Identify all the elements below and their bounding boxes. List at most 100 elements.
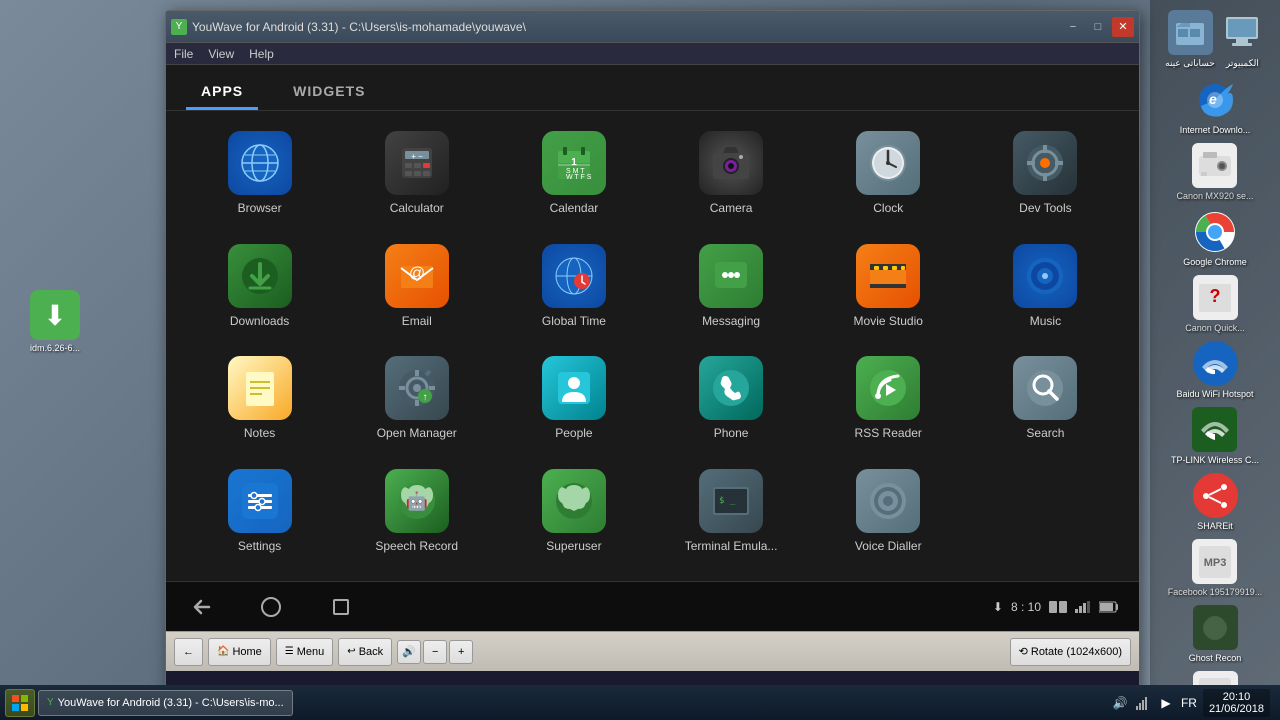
- tab-widgets[interactable]: WIDGETS: [278, 75, 380, 110]
- calculator-icon: + −: [385, 131, 449, 195]
- app-terminal[interactable]: $ _ Terminal Emula...: [658, 464, 805, 567]
- nav-buttons: [186, 592, 356, 622]
- taskbar-network-icon[interactable]: [1134, 694, 1152, 712]
- menu-label: Menu: [297, 646, 325, 658]
- apps-grid: Browser + − Calculator 1S M TW T F S Cal…: [166, 111, 1139, 581]
- sidebar-icon-canon2[interactable]: ? Canon Quick...: [1185, 275, 1245, 333]
- menu-button[interactable]: ☰ Menu: [276, 638, 334, 666]
- google-chrome-label: Google Chrome: [1183, 257, 1247, 267]
- signal-icon: [1075, 601, 1091, 613]
- nav-back-button[interactable]: [186, 592, 216, 622]
- phone-icon: [699, 356, 763, 420]
- camera-label: Camera: [710, 201, 753, 215]
- app-moviestudio[interactable]: Movie Studio: [815, 239, 962, 342]
- sidebar-icon-shareit[interactable]: SHAREit: [1193, 473, 1238, 531]
- sidebar-icon-baidu-wifi[interactable]: Baidu WiFi Hotspot: [1176, 341, 1253, 399]
- canon-icon: [1192, 143, 1237, 188]
- home-button[interactable]: 🏠 Home: [208, 638, 271, 666]
- ghost-recon-icon: [1193, 605, 1238, 650]
- desktop: ⬇ idm.6.26-6... Y YouWave for Android (3…: [0, 0, 1280, 720]
- shareit-icon: [1193, 473, 1238, 518]
- volume-up-button[interactable]: +: [449, 640, 473, 664]
- sidebar-icon-computer[interactable]: الكمبيوتر: [1220, 10, 1265, 69]
- tp-link-label: TP-LINK Wireless C...: [1171, 455, 1259, 465]
- baidu-wifi-label: Baidu WiFi Hotspot: [1176, 389, 1253, 399]
- sidebar-icon-ghost-recon[interactable]: Ghost Recon: [1189, 605, 1242, 663]
- app-openmanager[interactable]: ↑ Open Manager: [343, 351, 490, 454]
- app-calendar[interactable]: 1S M TW T F S Calendar: [500, 126, 647, 229]
- app-speechrecord[interactable]: 🤖 Speech Record: [343, 464, 490, 567]
- app-notes[interactable]: Notes: [186, 351, 333, 454]
- ghost-recon-label: Ghost Recon: [1189, 653, 1242, 663]
- sidebar-icon-file-explorer[interactable]: حساباتی عینه: [1165, 10, 1215, 69]
- taskbar-youwave-label: YouWave for Android (3.31) - C:\Users\is…: [58, 697, 284, 709]
- back-icon-btn[interactable]: ←: [174, 638, 203, 666]
- app-email[interactable]: @ Email: [343, 239, 490, 342]
- app-clock[interactable]: Clock: [815, 126, 962, 229]
- android-content: APPS WIDGETS Browser + − Calculator: [166, 65, 1139, 631]
- globaltime-label: Global Time: [542, 314, 606, 328]
- start-button[interactable]: [5, 689, 35, 717]
- close-button[interactable]: ✕: [1112, 17, 1134, 37]
- app-superuser[interactable]: Superuser: [500, 464, 647, 567]
- clock-icon: [856, 131, 920, 195]
- sidebar-icon-internet-explorer[interactable]: e Internet Downlo...: [1180, 77, 1251, 135]
- taskbar-youwave[interactable]: Y YouWave for Android (3.31) - C:\Users\…: [38, 690, 293, 716]
- sidebar-icon-google-chrome[interactable]: Google Chrome: [1183, 209, 1247, 267]
- app-downloads[interactable]: Downloads: [186, 239, 333, 342]
- email-icon: @: [385, 244, 449, 308]
- sidebar-icon-facebook[interactable]: MP3 Facebook 195179919...: [1168, 539, 1263, 597]
- svg-text:MP3: MP3: [1204, 557, 1227, 569]
- notes-icon: [228, 356, 292, 420]
- voicedialler-label: Voice Dialler: [855, 539, 922, 553]
- maximize-button[interactable]: □: [1087, 17, 1109, 37]
- sidebar-icon-tp-link[interactable]: TP-LINK Wireless C...: [1171, 407, 1259, 465]
- sidebar-icon-canon[interactable]: Canon MX920 se...: [1176, 143, 1253, 201]
- taskbar-lang[interactable]: FR: [1180, 694, 1198, 712]
- internet-explorer-label: Internet Downlo...: [1180, 125, 1251, 135]
- search-label: Search: [1026, 426, 1064, 440]
- baidu-wifi-icon: [1193, 341, 1238, 386]
- app-voicedialler[interactable]: Voice Dialler: [815, 464, 962, 567]
- moviestudio-label: Movie Studio: [854, 314, 923, 328]
- app-people[interactable]: People: [500, 351, 647, 454]
- calendar-label: Calendar: [550, 201, 599, 215]
- svg-text:1: 1: [571, 157, 577, 168]
- home-label: Home: [232, 646, 261, 658]
- title-bar: Y YouWave for Android (3.31) - C:\Users\…: [166, 11, 1139, 43]
- nav-recents-button[interactable]: [326, 592, 356, 622]
- taskbar-volume-icon[interactable]: 🔊: [1111, 694, 1129, 712]
- menu-view[interactable]: View: [208, 47, 234, 61]
- svg-text:?: ?: [1210, 286, 1221, 306]
- app-music[interactable]: Music: [972, 239, 1119, 342]
- app-rssreader[interactable]: RSS Reader: [815, 351, 962, 454]
- computer-label: الكمبيوتر: [1226, 58, 1259, 69]
- svg-text:$ _: $ _: [719, 496, 736, 506]
- youwave-window: Y YouWave for Android (3.31) - C:\Users\…: [165, 10, 1140, 700]
- tab-apps[interactable]: APPS: [186, 75, 258, 110]
- app-browser[interactable]: Browser: [186, 126, 333, 229]
- nav-home-button[interactable]: [256, 592, 286, 622]
- app-devtools[interactable]: Dev Tools: [972, 126, 1119, 229]
- taskbar-clock: 20:10: [1209, 691, 1264, 703]
- volume-down-button[interactable]: −: [423, 640, 447, 664]
- menu-file[interactable]: File: [174, 47, 193, 61]
- app-camera[interactable]: Camera: [658, 126, 805, 229]
- app-settings[interactable]: Settings: [186, 464, 333, 567]
- window-title: YouWave for Android (3.31) - C:\Users\is…: [192, 20, 1057, 34]
- file-explorer-label: حساباتی عینه: [1165, 58, 1215, 69]
- desktop-icon-idm[interactable]: ⬇ idm.6.26-6...: [30, 290, 80, 353]
- calendar-icon: 1S M TW T F S: [542, 131, 606, 195]
- app-phone[interactable]: Phone: [658, 351, 805, 454]
- app-messaging[interactable]: Messaging: [658, 239, 805, 342]
- minimize-button[interactable]: −: [1062, 17, 1084, 37]
- canon2-icon: ?: [1193, 275, 1238, 320]
- app-search[interactable]: Search: [972, 351, 1119, 454]
- back-button[interactable]: ↩ Back: [338, 638, 392, 666]
- rotate-button[interactable]: ⟲ Rotate (1024x600): [1010, 638, 1131, 666]
- app-calculator[interactable]: + − Calculator: [343, 126, 490, 229]
- svg-text:🤖: 🤖: [406, 490, 428, 511]
- svg-text:W T F S: W T F S: [566, 174, 592, 181]
- app-globaltime[interactable]: Global Time: [500, 239, 647, 342]
- menu-help[interactable]: Help: [249, 47, 274, 61]
